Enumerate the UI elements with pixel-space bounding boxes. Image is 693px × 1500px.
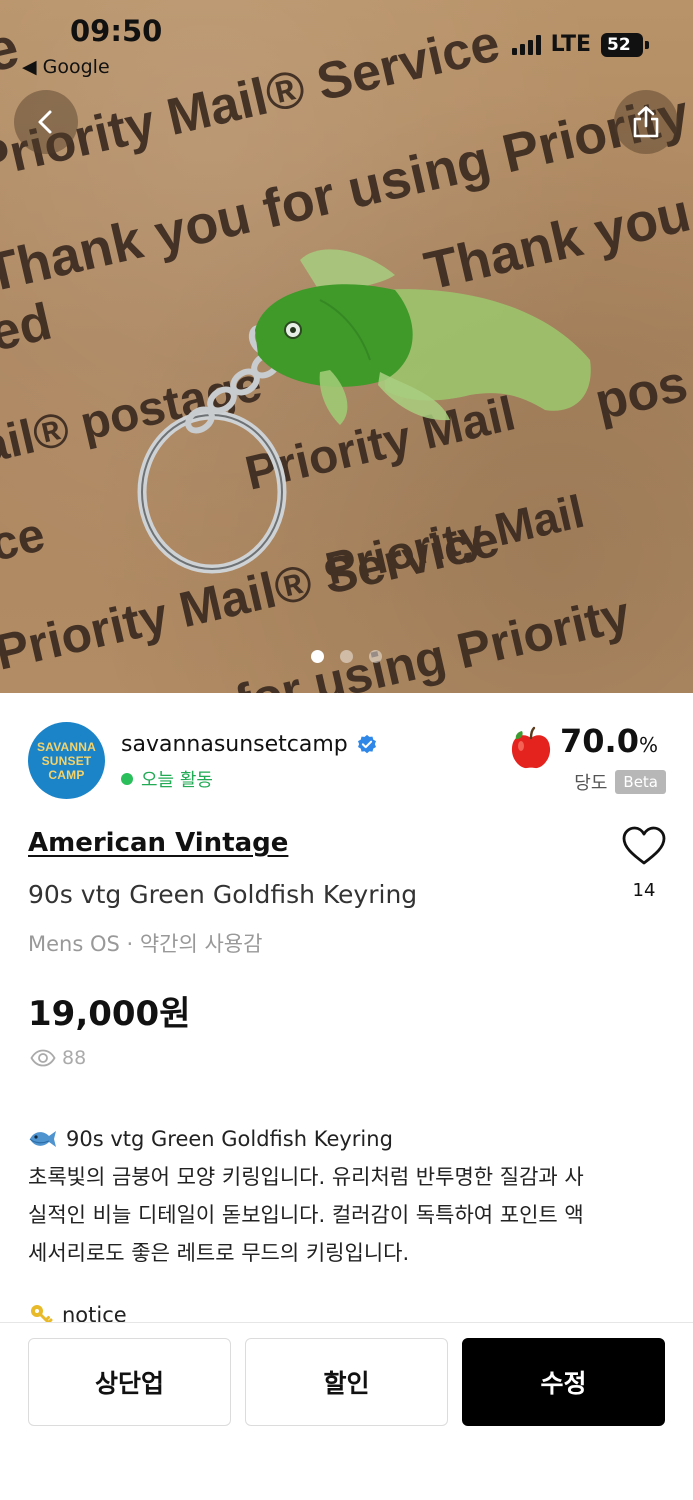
like-button[interactable]: 14 xyxy=(618,826,670,901)
product-description: 90s vtg Green Goldfish Keyring 초록빛의 금붕어 … xyxy=(28,1120,658,1272)
back-button[interactable] xyxy=(14,90,78,154)
sweetness-score[interactable]: 70.0% 당도 Beta xyxy=(508,722,668,802)
heart-icon xyxy=(622,826,666,865)
sweetness-unit: % xyxy=(638,733,658,757)
product-meta: Mens OS · 약간의 사용감 xyxy=(28,932,263,956)
discount-button[interactable]: 할인 xyxy=(245,1338,448,1426)
seller-name-row[interactable]: savannasunsetcamp xyxy=(121,732,378,757)
seller-avatar[interactable]: SAVANNA SUNSET CAMP xyxy=(28,722,105,799)
seller-row[interactable]: SAVANNA SUNSET CAMP savannasunsetcamp 오늘… xyxy=(28,722,668,802)
signal-icon xyxy=(511,34,541,55)
activity-label: 오늘 활동 xyxy=(141,770,213,791)
share-icon xyxy=(633,106,659,138)
sweetness-label: 당도 xyxy=(574,773,608,794)
share-button[interactable] xyxy=(614,90,678,154)
eye-icon xyxy=(30,1049,56,1067)
product-photo-art: e Priority Mail® Service Thank you for u… xyxy=(0,14,693,693)
online-dot-icon xyxy=(121,773,133,785)
like-count: 14 xyxy=(632,880,656,901)
box-text: ed xyxy=(0,293,57,363)
description-line: 초록빛의 금붕어 모양 키링입니다. 유리처럼 반투명한 질감과 사 xyxy=(28,1165,584,1189)
status-time: 09:50 xyxy=(70,14,163,48)
verified-badge-icon xyxy=(357,734,376,753)
box-text: Thank you xyxy=(419,182,693,301)
sweetness-label-row: 당도 Beta xyxy=(574,769,666,795)
description-heading: 90s vtg Green Goldfish Keyring xyxy=(66,1127,393,1151)
chevron-left-icon xyxy=(38,110,52,134)
beta-badge: Beta xyxy=(615,770,666,794)
product-price: 19,000원 xyxy=(28,994,191,1034)
page-dot[interactable] xyxy=(340,650,353,663)
bottom-action-bar: 상단업 할인 수정 xyxy=(0,1322,693,1500)
edit-button[interactable]: 수정 xyxy=(462,1338,665,1426)
avatar-text: SAVANNA xyxy=(37,739,96,754)
bump-button[interactable]: 상단업 xyxy=(28,1338,231,1426)
product-photo[interactable]: e Priority Mail® Service Thank you for u… xyxy=(0,0,693,693)
sweetness-value: 70.0 xyxy=(560,722,639,760)
avatar-text: SUNSET xyxy=(41,753,92,768)
page-dot[interactable] xyxy=(311,650,324,663)
status-indicators: LTE 52 xyxy=(511,32,649,57)
product-title: 90s vtg Green Goldfish Keyring xyxy=(28,880,418,909)
view-count-value: 88 xyxy=(62,1047,87,1069)
box-text: pos xyxy=(590,354,693,431)
back-to-app-link[interactable]: ◀ Google xyxy=(22,56,110,78)
box-text: ce xyxy=(0,508,50,572)
apple-icon xyxy=(511,726,551,769)
description-heading-row: 90s vtg Green Goldfish Keyring xyxy=(28,1120,658,1158)
box-text: Priority Mail xyxy=(321,485,589,595)
avatar-text: CAMP xyxy=(48,767,85,782)
network-type: LTE xyxy=(550,32,591,57)
description-line: 세서리로도 좋은 레트로 무드의 키링입니다. xyxy=(28,1241,410,1265)
box-text: e xyxy=(0,14,25,85)
battery-icon: 52 xyxy=(601,32,649,57)
description-line: 실적인 비늘 디테일이 돋보입니다. 컬러감이 독특하여 포인트 액 xyxy=(28,1203,584,1227)
view-count: 88 xyxy=(30,1047,86,1069)
page-dot[interactable] xyxy=(369,650,382,663)
seller-name[interactable]: savannasunsetcamp xyxy=(121,732,348,757)
activity-status: 오늘 활동 xyxy=(121,766,213,792)
sweetness-value-row: 70.0% xyxy=(560,722,658,760)
brand-link[interactable]: American Vintage xyxy=(28,828,288,858)
photo-page-indicator[interactable] xyxy=(0,650,693,663)
fish-icon xyxy=(29,1131,56,1147)
